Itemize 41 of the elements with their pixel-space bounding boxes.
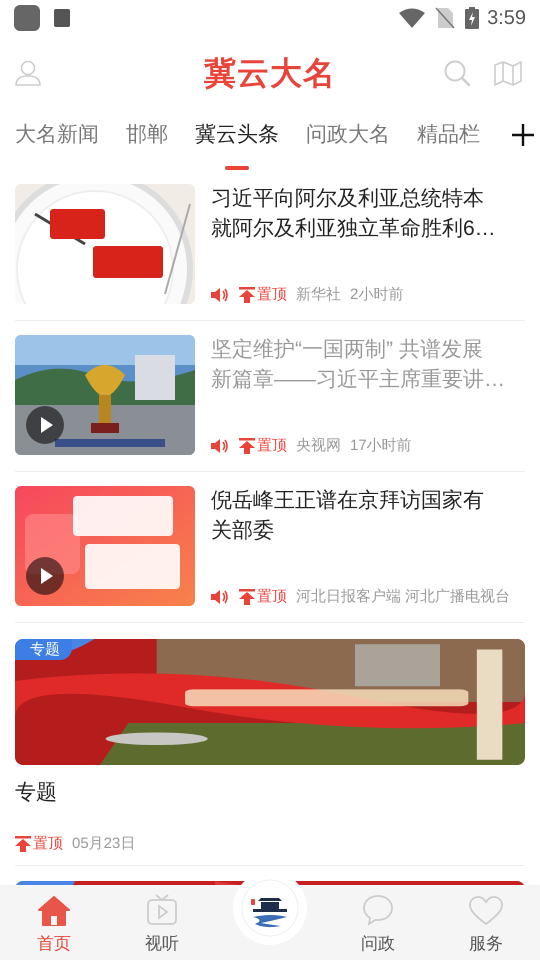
no-sim-icon: [435, 7, 456, 29]
app-icon: [14, 5, 40, 31]
article-title[interactable]: 习近平向阿尔及利亚总统特本 就阿尔及利亚独立革命胜利6…: [211, 184, 525, 244]
topic-title[interactable]: 专题: [15, 777, 525, 808]
logo-icon[interactable]: [241, 879, 299, 937]
keyboard-icon: [54, 9, 70, 27]
article-source: 河北日报客户端 河北广播电视台: [296, 586, 510, 606]
clock-time: 3:59: [487, 6, 526, 31]
chat-bubble-icon: [362, 894, 394, 926]
home-icon: [38, 896, 70, 926]
app-title: 冀云大名: [204, 54, 336, 93]
pinned-label: 置顶: [257, 284, 287, 304]
topic-date: 05月23日: [72, 834, 136, 854]
category-tab[interactable]: 冀云头条: [195, 110, 279, 170]
add-icon[interactable]: [512, 124, 534, 146]
category-tab[interactable]: 邯郸: [126, 110, 168, 170]
speaker-icon[interactable]: [211, 588, 229, 605]
article-time: 2小时前: [350, 284, 404, 304]
pinned-label: 置顶: [257, 436, 287, 456]
nav-tab[interactable]: 问政: [324, 885, 432, 960]
heart-icon: [469, 896, 503, 926]
pinned-label: 置顶: [257, 586, 287, 606]
nav-tab[interactable]: 服务: [432, 885, 540, 960]
category-tab[interactable]: 问政大名: [306, 110, 390, 170]
play-icon[interactable]: [26, 406, 64, 444]
article-source: 央视网: [296, 436, 341, 456]
topic-badge: 专题: [15, 639, 72, 660]
speaker-icon[interactable]: [211, 438, 229, 454]
category-tab[interactable]: 大名新闻: [15, 110, 99, 170]
category-tab[interactable]: 精品栏: [417, 110, 480, 170]
tv-icon: [146, 894, 178, 926]
battery-icon: [465, 7, 480, 29]
nav-tab[interactable]: 首页: [0, 885, 108, 960]
wifi-icon: [399, 8, 426, 28]
nav-tab[interactable]: 视听: [108, 885, 216, 960]
article-source: 新华社: [296, 284, 341, 304]
article-title[interactable]: 倪岳峰王正谱在京拜访国家有 关部委: [211, 486, 525, 546]
play-icon[interactable]: [26, 557, 64, 595]
speaker-icon[interactable]: [211, 286, 229, 303]
pinned-label: 置顶: [33, 834, 63, 854]
article-time: 17小时前: [350, 436, 412, 456]
